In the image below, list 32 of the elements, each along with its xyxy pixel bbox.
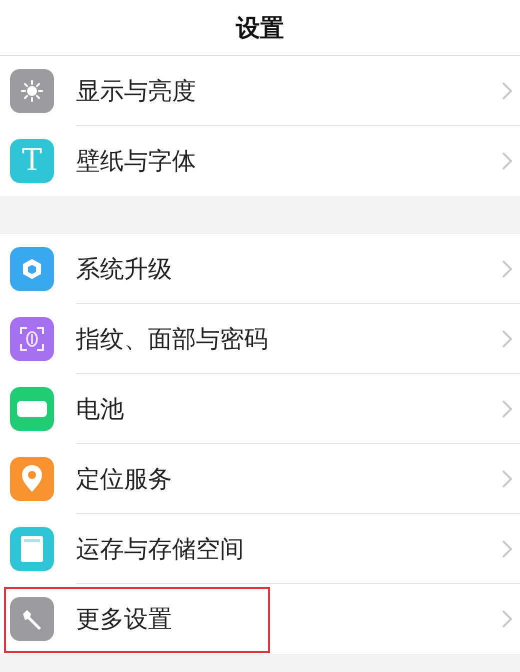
- chevron-right-icon: [502, 540, 512, 558]
- settings-row[interactable]: 定位服务: [0, 444, 520, 514]
- settings-row[interactable]: 运存与存储空间: [0, 514, 520, 584]
- chevron-right-icon: [502, 400, 512, 418]
- sun-icon: [19, 78, 45, 104]
- row-label: 指纹、面部与密码: [76, 324, 268, 355]
- chevron-right-icon: [502, 330, 512, 348]
- letter-icon: T: [22, 146, 42, 176]
- row-label: 更多设置: [76, 604, 172, 635]
- row-label: 定位服务: [76, 464, 172, 495]
- chevron-right-icon: [502, 260, 512, 278]
- cube-icon: [20, 257, 44, 281]
- row-label: 壁纸与字体: [76, 146, 196, 177]
- settings-row[interactable]: 电池: [0, 374, 520, 444]
- fingerprint-icon: [18, 325, 46, 353]
- settings-row[interactable]: 显示与亮度: [0, 56, 520, 126]
- row-label: 运存与存储空间: [76, 534, 244, 565]
- row-label: 显示与亮度: [76, 76, 196, 107]
- location-pin-icon: [21, 465, 43, 493]
- settings-row[interactable]: 系统升级: [0, 234, 520, 304]
- settings-row[interactable]: 指纹、面部与密码: [0, 304, 520, 374]
- row-label: 系统升级: [76, 254, 172, 285]
- chevron-right-icon: [502, 152, 512, 170]
- page-title: 设置: [236, 12, 284, 44]
- settings-row[interactable]: 更多设置: [0, 584, 520, 654]
- row-label: 电池: [76, 394, 124, 425]
- settings-row[interactable]: T 壁纸与字体: [0, 126, 520, 196]
- chevron-right-icon: [502, 610, 512, 628]
- storage-card-icon: [21, 536, 43, 562]
- battery-icon: [17, 401, 47, 417]
- chevron-right-icon: [502, 470, 512, 488]
- chevron-right-icon: [502, 82, 512, 100]
